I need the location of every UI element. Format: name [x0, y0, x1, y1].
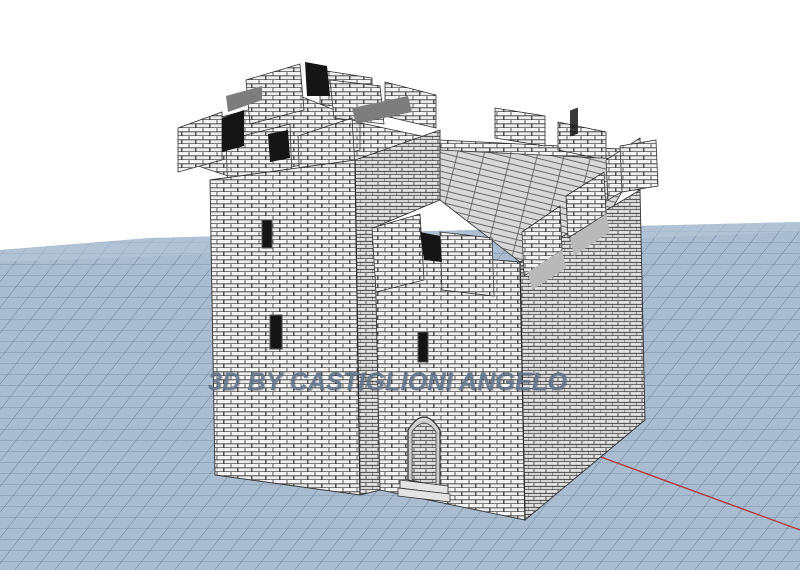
- side-window: [570, 107, 578, 137]
- castle-render: [0, 62, 800, 570]
- model-viewport[interactable]: 3D BY CASTIGLIONI ANGELO: [0, 0, 800, 570]
- left-tower-front: [209, 159, 361, 496]
- tower-window-lower: [269, 314, 283, 350]
- block-window: [417, 331, 429, 363]
- tower-window-upper: [261, 219, 273, 249]
